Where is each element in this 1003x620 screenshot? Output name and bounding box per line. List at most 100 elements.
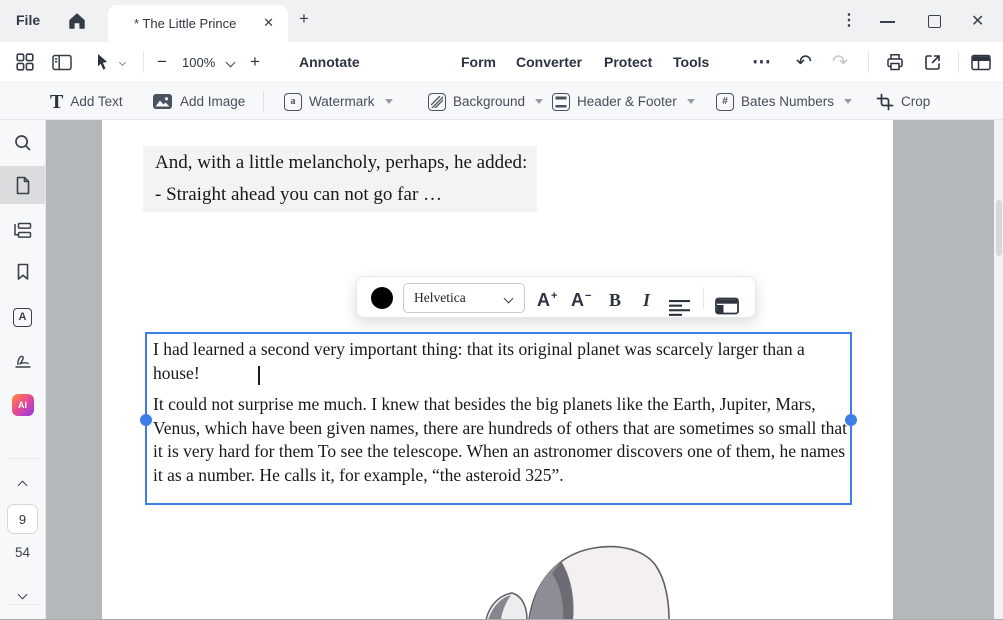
side-panel-toggle[interactable] xyxy=(52,42,72,82)
toolbar-divider xyxy=(143,51,144,73)
watermark-icon: a xyxy=(284,93,302,111)
menu-protect[interactable]: Protect xyxy=(604,42,652,82)
outline-panel-button[interactable] xyxy=(0,211,45,249)
chevron-down-icon xyxy=(226,57,236,67)
zoom-level[interactable]: 100% xyxy=(182,42,215,82)
annotation-icon: A xyxy=(13,308,32,327)
add-image-icon xyxy=(152,93,173,110)
printer-icon xyxy=(885,52,905,72)
bookmarks-panel-button[interactable] xyxy=(0,253,45,291)
layout-panel-icon xyxy=(715,297,739,315)
align-left-icon xyxy=(669,300,691,316)
main-toolbar: − 100% + Annotate Edit PDF Form Converte… xyxy=(0,42,1003,82)
menu-annotate[interactable]: Annotate xyxy=(299,42,360,82)
close-button[interactable]: ✕ xyxy=(971,11,984,31)
new-tab-button[interactable]: + xyxy=(299,9,309,29)
document-tab[interactable]: * The Little Prince ✕ xyxy=(108,5,288,42)
minimize-button[interactable] xyxy=(880,21,895,23)
print-button[interactable] xyxy=(885,42,905,82)
header-footer-icon xyxy=(552,93,570,111)
resize-handle-right[interactable] xyxy=(845,414,857,426)
textbox-paragraph-2[interactable]: It could not surprise me much. I knew th… xyxy=(153,393,847,487)
chevron-down-icon xyxy=(535,99,543,104)
zoom-dropdown[interactable] xyxy=(227,42,234,82)
font-family-select[interactable]: Helvetica xyxy=(403,283,525,313)
bold-button[interactable]: B xyxy=(609,285,621,311)
sidebar-divider xyxy=(6,458,39,459)
bates-numbers-button[interactable]: # Bates Numbers xyxy=(716,83,852,120)
properties-panel-toggle[interactable] xyxy=(971,42,991,82)
watermark-button[interactable]: a Watermark xyxy=(284,83,393,120)
ai-assistant-button[interactable]: AI + xyxy=(0,386,45,424)
toolbar-divider xyxy=(868,51,869,73)
italic-button[interactable]: I xyxy=(643,285,650,311)
signature-panel-button[interactable] xyxy=(0,342,45,380)
grid-icon xyxy=(16,53,34,71)
title-bar: File * The Little Prince ✕ + ⋮ ✕ xyxy=(0,0,1003,42)
current-page-input[interactable]: 9 xyxy=(7,504,38,534)
chevron-down-icon xyxy=(119,58,126,65)
window-menu-icon[interactable]: ⋮ xyxy=(841,10,857,30)
properties-button[interactable] xyxy=(715,289,739,315)
previous-page-button[interactable] xyxy=(0,466,45,504)
add-image-button[interactable]: Add Image xyxy=(152,83,245,120)
ellipsis-icon: ⋯ xyxy=(752,51,771,74)
undo-icon: ↶ xyxy=(796,51,812,74)
menu-tools[interactable]: Tools xyxy=(673,42,709,82)
overflow-menu-button[interactable]: ⋯ xyxy=(752,42,771,82)
increase-font-button[interactable]: A+ xyxy=(537,285,557,311)
decrease-font-button[interactable]: A− xyxy=(571,285,591,311)
annotations-panel-button[interactable]: A xyxy=(0,298,45,336)
chevron-down-icon xyxy=(504,294,514,304)
chevron-up-icon xyxy=(18,480,28,490)
redo-button[interactable]: ↷ xyxy=(832,42,848,82)
search-panel-button[interactable] xyxy=(0,124,45,162)
left-sidebar: A AI + 9 54 xyxy=(0,120,46,620)
zoom-out-button[interactable]: − xyxy=(157,42,167,82)
tab-close-icon[interactable]: ✕ xyxy=(263,15,274,31)
sidebar-divider xyxy=(6,604,39,605)
select-tool-button[interactable] xyxy=(94,42,111,82)
toolbar-divider xyxy=(958,51,959,73)
pdf-page[interactable]: And, with a little melancholy, perhaps, … xyxy=(102,120,893,620)
menu-form[interactable]: Form xyxy=(461,42,496,82)
share-button[interactable] xyxy=(923,42,942,82)
thumbnail-grid-button[interactable] xyxy=(16,42,34,82)
document-paragraph[interactable]: And, with a little melancholy, perhaps, … xyxy=(155,152,527,174)
add-text-button[interactable]: T Add Text xyxy=(50,83,123,120)
header-footer-button[interactable]: Header & Footer xyxy=(552,83,695,120)
vertical-scrollbar[interactable] xyxy=(994,120,1003,620)
select-tool-dropdown[interactable] xyxy=(120,42,125,82)
text-format-toolbar: Helvetica A+ A− B I xyxy=(356,276,756,318)
search-icon xyxy=(14,134,32,152)
undo-button[interactable]: ↶ xyxy=(796,42,812,82)
bates-numbers-icon: # xyxy=(716,93,734,111)
document-canvas: And, with a little melancholy, perhaps, … xyxy=(46,120,1003,620)
edit-pdf-toolbar: T Add Text Add Image a Watermark Backgro… xyxy=(0,82,1003,120)
document-paragraph[interactable]: - Straight ahead you can not go far … xyxy=(155,184,442,206)
menu-converter[interactable]: Converter xyxy=(516,42,582,82)
background-button[interactable]: Background xyxy=(428,83,543,120)
chevron-down-icon xyxy=(385,99,393,104)
share-icon xyxy=(923,53,942,72)
background-icon xyxy=(428,93,446,111)
crop-button[interactable]: Crop xyxy=(876,83,930,120)
home-button[interactable] xyxy=(66,10,88,32)
maximize-button[interactable] xyxy=(928,15,941,28)
selected-text-box[interactable]: I had learned a second very important th… xyxy=(145,332,852,505)
crop-icon xyxy=(876,93,894,111)
toolbar-divider xyxy=(263,91,264,112)
font-color-button[interactable] xyxy=(371,287,393,309)
minus-icon: − xyxy=(157,52,167,72)
alignment-button[interactable] xyxy=(669,290,691,316)
resize-handle-left[interactable] xyxy=(140,414,152,426)
next-page-button[interactable] xyxy=(0,575,45,613)
tab-title: * The Little Prince xyxy=(134,16,236,31)
ai-icon: AI + xyxy=(12,394,34,416)
scrollbar-thumb[interactable] xyxy=(996,200,1002,256)
add-text-icon: T xyxy=(50,92,63,112)
page-thumbnails-button[interactable] xyxy=(0,166,45,204)
file-menu[interactable]: File xyxy=(16,12,40,28)
zoom-in-button[interactable]: + xyxy=(250,42,260,82)
plus-icon: + xyxy=(250,52,260,72)
